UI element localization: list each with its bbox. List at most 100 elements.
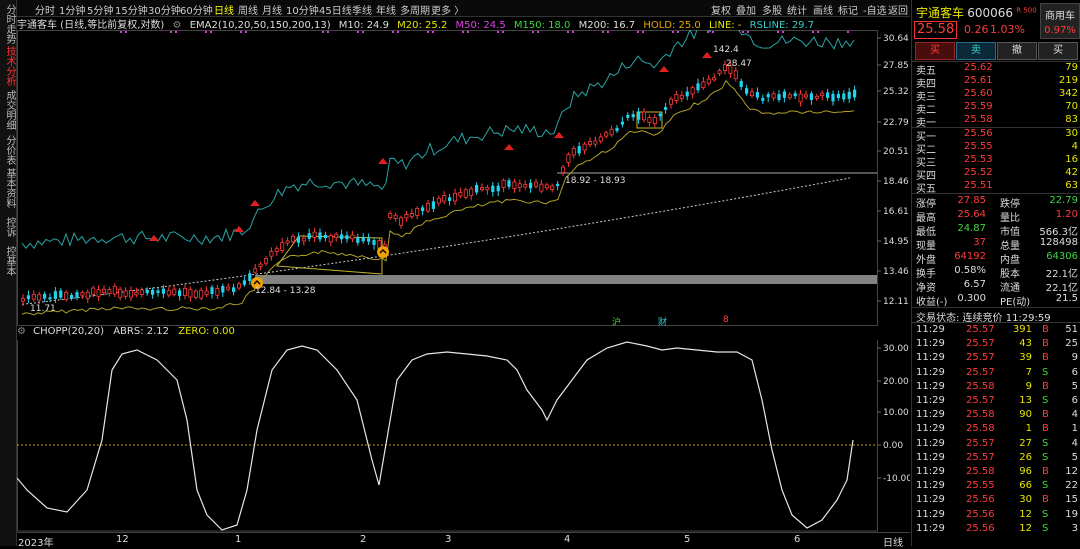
- candle-body-down: [59, 290, 63, 298]
- vtab-3[interactable]: 分价表: [1, 134, 15, 166]
- candlestick-chart[interactable]: 30.64 27.85 25.32 22.79 20.51 18.46 16.61 14.95…: [17, 30, 910, 326]
- stats-row: 涨停 27.85 跌停 22.79: [916, 195, 1078, 210]
- candle-body-up: [80, 292, 85, 296]
- vtab-6[interactable]: 控基本: [1, 246, 15, 276]
- level-row[interactable]: 卖五 25.62 79: [916, 62, 1078, 77]
- tick-side: B: [1042, 380, 1049, 392]
- signal-triangle: [149, 235, 159, 241]
- period-10[interactable]: 45日线: [319, 2, 352, 17]
- tool-3[interactable]: 统计: [787, 2, 807, 17]
- candle-body-up: [706, 78, 711, 84]
- candle-body-down: [421, 207, 425, 212]
- period-8[interactable]: 月线: [262, 2, 282, 17]
- level-volume: 16: [1065, 154, 1078, 165]
- vtab-5[interactable]: 控诉: [1, 212, 15, 242]
- tool-5[interactable]: 标记: [838, 2, 858, 17]
- period-14[interactable]: 更多 〉: [431, 2, 464, 17]
- tool-2[interactable]: 多股: [762, 2, 782, 17]
- period-12[interactable]: 年线: [376, 2, 396, 17]
- period-3[interactable]: 15分钟: [115, 2, 148, 17]
- candle-body-up: [215, 287, 220, 296]
- level-row[interactable]: 卖四 25.61 219: [916, 75, 1078, 90]
- tick-price: 25.58: [966, 466, 995, 477]
- candle-body-up: [820, 92, 825, 96]
- level-row[interactable]: 卖一 25.58 83: [916, 114, 1078, 129]
- candle-body-down: [475, 184, 479, 193]
- candle-body-up: [798, 93, 803, 103]
- period-6[interactable]: 日线: [214, 2, 234, 17]
- period-13[interactable]: 多周期: [400, 2, 430, 17]
- signal-dot: [240, 31, 242, 33]
- candle-body-down: [842, 93, 846, 100]
- price-tick-label: 22.79: [883, 118, 909, 128]
- candle-body-down: [631, 114, 635, 118]
- event-mark-2[interactable]: 8: [723, 315, 729, 325]
- buy-button-2[interactable]: 买: [1038, 42, 1078, 60]
- candle-body-up: [804, 94, 809, 98]
- level-row[interactable]: 买一 25.56 30: [916, 128, 1078, 143]
- sector-box[interactable]: 商用车 0.97%: [1040, 3, 1080, 39]
- level-row[interactable]: 买二 25.55 4: [916, 141, 1078, 156]
- signal-dot: [747, 31, 749, 33]
- tick-row: 11:29 25.57 39 B 9: [916, 352, 1078, 365]
- level-row[interactable]: 卖二 25.59 70: [916, 101, 1078, 116]
- tool-7[interactable]: 返回: [888, 2, 908, 17]
- stat-value: 0.58%: [954, 265, 986, 276]
- candle-body-down: [577, 146, 581, 154]
- cancel-order-button[interactable]: 撤: [997, 42, 1037, 60]
- period-11[interactable]: 季线: [352, 2, 372, 17]
- tick-price: 25.58: [966, 380, 995, 392]
- level-row[interactable]: 买四 25.52 42: [916, 167, 1078, 182]
- candle-body-up: [409, 213, 414, 218]
- tool-0[interactable]: 复权: [711, 2, 731, 17]
- tick-side: B: [1042, 494, 1049, 506]
- vtab-4[interactable]: 基本资料: [1, 168, 15, 208]
- level-row[interactable]: 卖三 25.60 342: [916, 88, 1078, 103]
- vtab-0[interactable]: 分时走势: [1, 4, 15, 44]
- sub-settings-icon[interactable]: ⚙: [17, 326, 26, 337]
- candle-body-down: [793, 93, 797, 97]
- sub-title[interactable]: CHOPP(20,20): [33, 326, 104, 337]
- tick-volume: 13: [1019, 395, 1032, 406]
- stat-key: 总量: [1000, 241, 1020, 252]
- candle-body-down: [826, 92, 830, 98]
- period-0[interactable]: 分时: [35, 2, 55, 17]
- period-5[interactable]: 60分钟: [180, 2, 213, 17]
- candle-body-down: [431, 201, 435, 209]
- candle-body-up: [512, 181, 517, 189]
- candle-body-up: [674, 93, 679, 101]
- candle-body-up: [701, 81, 706, 89]
- period-7[interactable]: 周线: [238, 2, 258, 17]
- tool-1[interactable]: 叠加: [736, 2, 756, 17]
- period-4[interactable]: 30分钟: [148, 2, 181, 17]
- candle-body-down: [831, 93, 835, 102]
- tool-6[interactable]: -自选: [863, 2, 887, 17]
- sell-button[interactable]: 卖: [956, 42, 996, 60]
- level-row[interactable]: 买五 25.51 63: [916, 180, 1078, 195]
- tick-side: S: [1042, 508, 1049, 520]
- buy-button[interactable]: 买: [915, 42, 955, 60]
- stats-row: 净资 6.57 流通 22.1亿: [916, 279, 1078, 294]
- tool-4[interactable]: 画线: [813, 2, 833, 17]
- vtab-2[interactable]: 成交明细: [1, 90, 15, 130]
- stat-key: 现量: [916, 241, 936, 252]
- signal-triangle: [504, 144, 514, 150]
- tick-price: 25.57: [966, 352, 995, 364]
- candle-body-down: [70, 294, 74, 299]
- period-1[interactable]: 1分钟: [59, 2, 85, 17]
- tick-volume: 391: [1012, 324, 1032, 335]
- stock-tag: R 500: [1016, 6, 1037, 15]
- stat-value: 22.79: [1049, 195, 1078, 206]
- period-2[interactable]: 5分钟: [87, 2, 113, 17]
- tick-price: 25.56: [966, 494, 995, 506]
- chopp-indicator-chart[interactable]: 30.00 20.00 10.00 0.00 -10.00: [17, 340, 910, 532]
- candle-body-up: [469, 188, 474, 196]
- level-volume: 342: [1058, 88, 1078, 99]
- current-price-box: 25.58: [914, 21, 958, 39]
- level-row[interactable]: 买三 25.53 16: [916, 154, 1078, 169]
- sector-name: 商用车: [1045, 11, 1075, 22]
- vtab-1[interactable]: 技术分析: [1, 46, 15, 86]
- main-grid: [17, 30, 878, 326]
- signal-dot: [125, 31, 127, 33]
- period-9[interactable]: 10分钟: [286, 2, 319, 17]
